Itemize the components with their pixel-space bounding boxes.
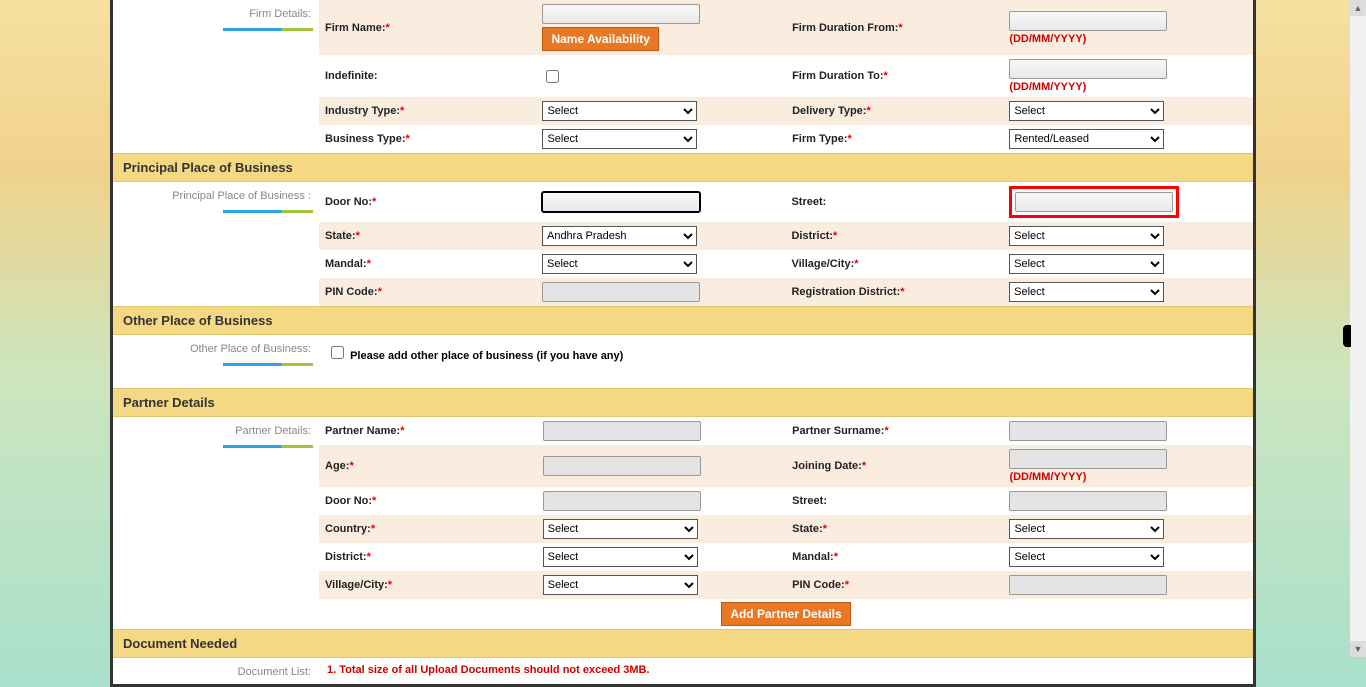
principal-regdist-select[interactable]: Select — [1009, 282, 1164, 302]
document-note-1: 1. Total size of all Upload Documents sh… — [327, 664, 650, 676]
principal-street-label: Street: — [791, 196, 826, 208]
date-hint: (DD/MM/YYYY) — [1009, 33, 1247, 45]
firm-name-input[interactable] — [542, 4, 700, 24]
principal-side-label: Principal Place of Business : — [172, 186, 313, 204]
partner-section-header: Partner Details — [113, 388, 1253, 417]
principal-state-select[interactable]: Andhra Pradesh — [542, 226, 697, 246]
partner-state-select[interactable]: Select — [1009, 519, 1164, 539]
partner-door-input[interactable] — [543, 491, 701, 511]
partner-joining-input[interactable] — [1009, 449, 1167, 469]
firm-name-label: Firm Name: — [325, 22, 386, 34]
partner-country-select[interactable]: Select — [543, 519, 698, 539]
business-type-select[interactable]: Select — [542, 129, 697, 149]
principal-regdist-label: Registration District: — [791, 286, 900, 298]
principal-mandal-select[interactable]: Select — [542, 254, 697, 274]
firm-duration-from-label: Firm Duration From: — [792, 22, 898, 34]
document-section-header: Document Needed — [113, 629, 1253, 658]
partner-street-label: Street: — [792, 495, 827, 507]
other-section-header: Other Place of Business — [113, 306, 1253, 335]
partner-name-input[interactable] — [543, 421, 701, 441]
principal-state-label: State: — [325, 230, 356, 242]
principal-pin-input[interactable] — [542, 282, 700, 302]
partner-village-select[interactable]: Select — [543, 575, 698, 595]
underline-icon — [223, 363, 313, 366]
principal-door-input[interactable] — [542, 192, 700, 212]
principal-village-select[interactable]: Select — [1009, 254, 1164, 274]
principal-street-input[interactable] — [1015, 192, 1173, 212]
partner-joining-label: Joining Date: — [792, 460, 862, 472]
underline-icon — [223, 210, 313, 213]
add-partner-button[interactable]: Add Partner Details — [721, 602, 850, 626]
firm-duration-to-input[interactable] — [1009, 59, 1167, 79]
partner-mandal-label: Mandal: — [792, 551, 834, 563]
name-availability-button[interactable]: Name Availability — [542, 27, 658, 51]
principal-pin-label: PIN Code: — [325, 286, 378, 298]
side-marker-icon — [1343, 325, 1351, 347]
scroll-down-icon[interactable]: ▼ — [1350, 641, 1366, 657]
principal-section-header: Principal Place of Business — [113, 153, 1253, 182]
scrollbar-track[interactable]: ▲ ▼ — [1350, 0, 1366, 657]
indefinite-checkbox[interactable] — [546, 70, 559, 83]
firm-details-side-label: Firm Details: — [249, 4, 313, 22]
partner-surname-input[interactable] — [1009, 421, 1167, 441]
partner-street-input[interactable] — [1009, 491, 1167, 511]
partner-district-select[interactable]: Select — [543, 547, 698, 567]
partner-pin-label: PIN Code: — [792, 579, 845, 591]
date-hint: (DD/MM/YYYY) — [1009, 81, 1247, 93]
partner-age-label: Age: — [325, 460, 349, 472]
delivery-type-select[interactable]: Select — [1009, 101, 1164, 121]
industry-type-select[interactable]: Select — [542, 101, 697, 121]
partner-door-label: Door No: — [325, 495, 372, 507]
principal-village-label: Village/City: — [791, 258, 854, 270]
street-highlight-icon — [1009, 186, 1179, 218]
indefinite-label: Indefinite: — [325, 70, 378, 82]
partner-pin-input[interactable] — [1009, 575, 1167, 595]
scroll-up-icon[interactable]: ▲ — [1350, 0, 1366, 16]
firm-duration-to-label: Firm Duration To: — [792, 70, 883, 82]
partner-name-label: Partner Name: — [325, 425, 400, 437]
firm-type-select[interactable]: Rented/Leased — [1009, 129, 1164, 149]
partner-surname-label: Partner Surname: — [792, 425, 884, 437]
firm-type-label: Firm Type: — [792, 133, 847, 145]
business-type-label: Business Type: — [325, 133, 406, 145]
principal-district-label: District: — [791, 230, 833, 242]
underline-icon — [223, 445, 313, 448]
partner-side-label: Partner Details: — [235, 421, 313, 439]
document-side-label: Document List: — [238, 662, 313, 680]
principal-door-label: Door No: — [325, 196, 372, 208]
partner-district-label: District: — [325, 551, 367, 563]
industry-type-label: Industry Type: — [325, 105, 400, 117]
partner-state-label: State: — [792, 523, 823, 535]
delivery-type-label: Delivery Type: — [792, 105, 866, 117]
underline-icon — [223, 28, 313, 31]
date-hint: (DD/MM/YYYY) — [1009, 471, 1247, 483]
principal-mandal-label: Mandal: — [325, 258, 367, 270]
other-place-checkbox-label: Please add other place of business (if y… — [350, 350, 623, 362]
other-side-label: Other Place of Business: — [190, 339, 313, 357]
partner-country-label: Country: — [325, 523, 371, 535]
partner-village-label: Village/City: — [325, 579, 388, 591]
firm-duration-from-input[interactable] — [1009, 11, 1167, 31]
partner-age-input[interactable] — [543, 456, 701, 476]
partner-mandal-select[interactable]: Select — [1009, 547, 1164, 567]
principal-district-select[interactable]: Select — [1009, 226, 1164, 246]
other-place-checkbox[interactable] — [331, 346, 344, 359]
